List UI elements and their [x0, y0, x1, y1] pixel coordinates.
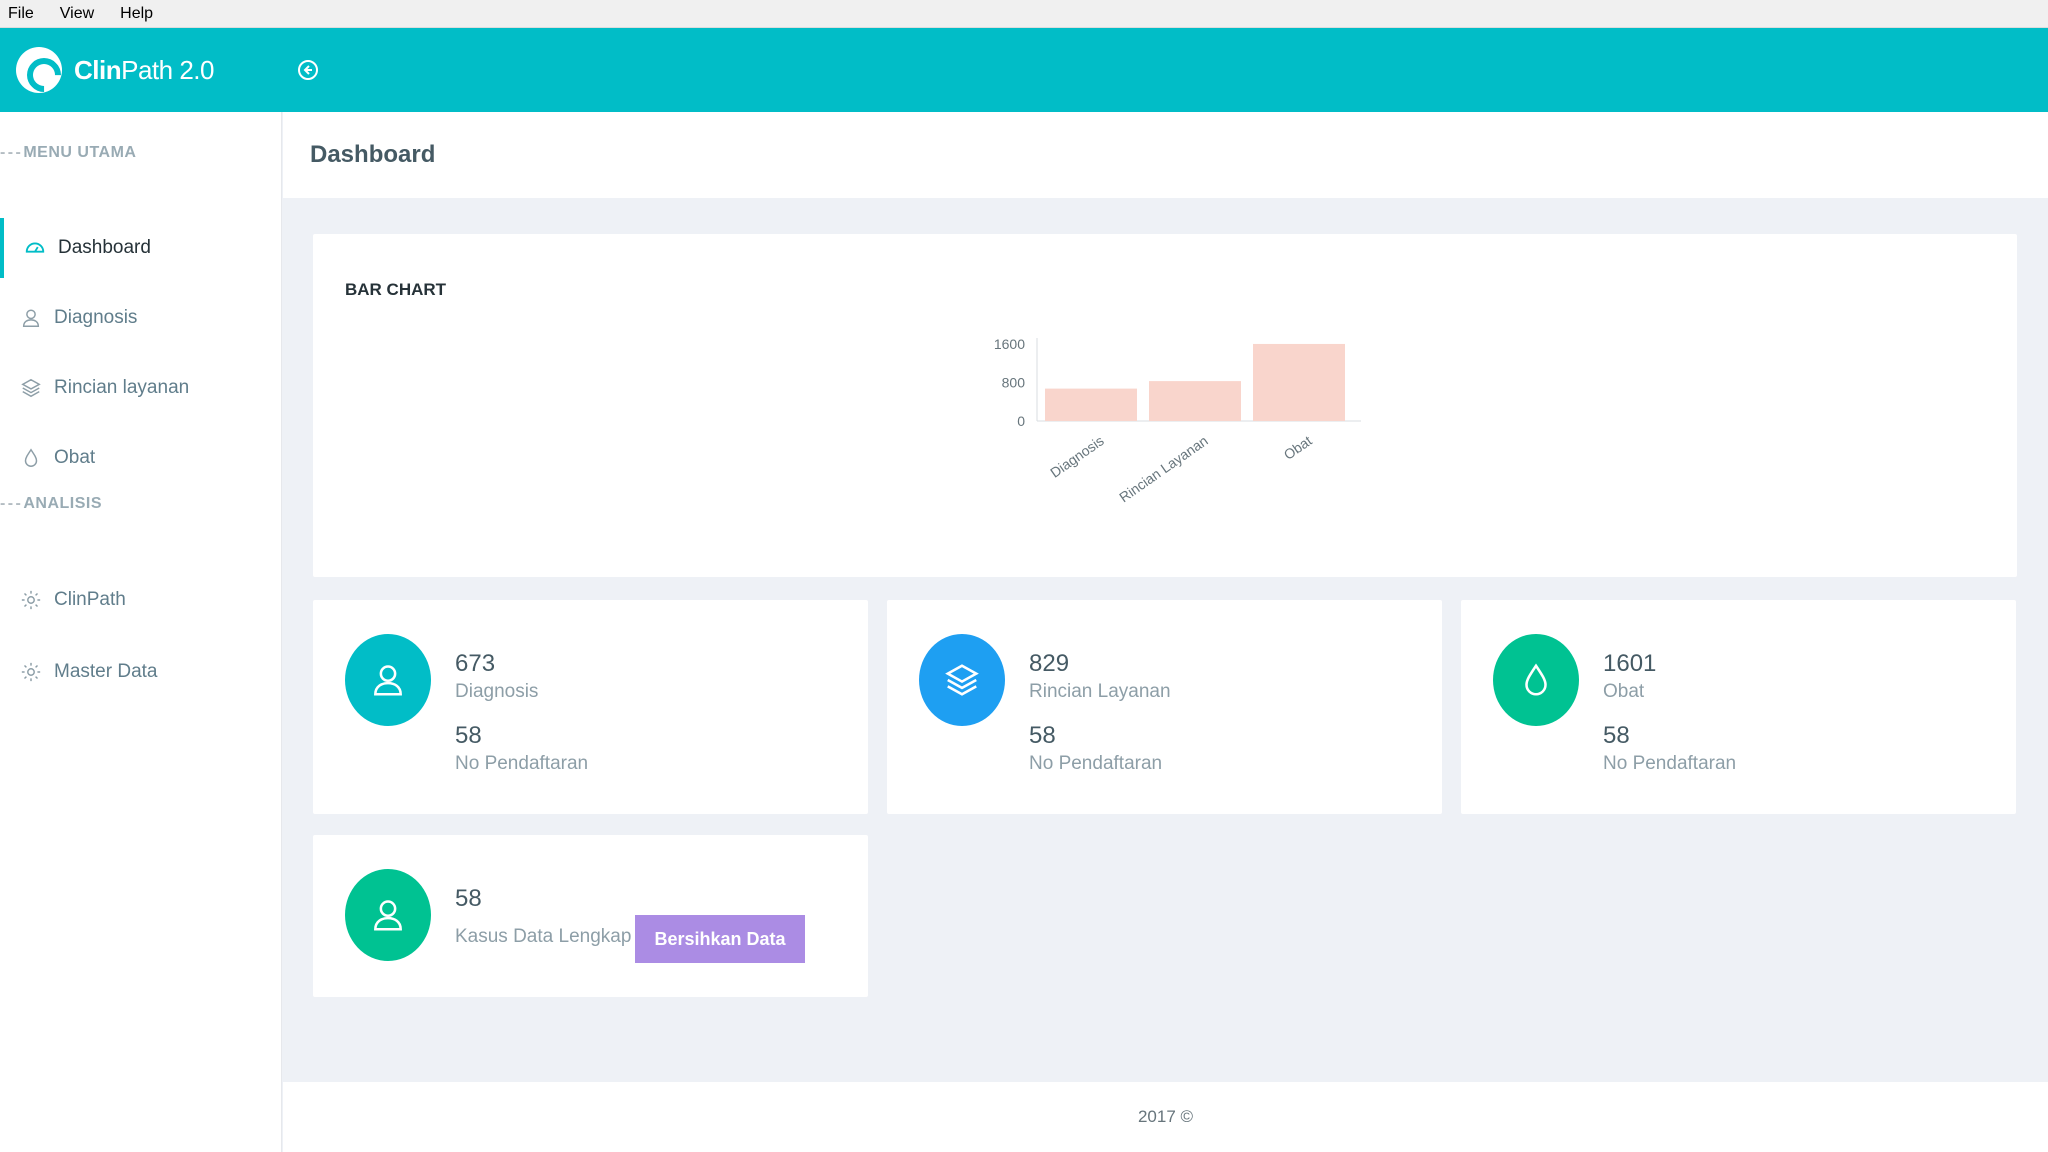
sidebar-item-master-data[interactable]: Master Data [0, 642, 282, 702]
x-tick-label: Diagnosis [1047, 432, 1107, 480]
stat-card-obat: 1601 Obat 58 No Pendaftaran [1461, 600, 2016, 814]
gauge-icon [25, 242, 45, 253]
brand[interactable]: ClinPath 2.0 [0, 47, 280, 93]
user-icon [22, 309, 40, 327]
bar-obat [1253, 343, 1345, 421]
stat-label: Obat [1603, 681, 1645, 702]
footer-copyright: 2017 © [1137, 1107, 1194, 1126]
logo-icon [16, 47, 62, 93]
top-header: ClinPath 2.0 [0, 28, 2048, 112]
section-menu-utama: MENU UTAMA [0, 144, 136, 162]
kasus-label: Kasus Data Lengkap [455, 926, 632, 947]
window-menubar: File View Help [0, 0, 2048, 28]
footer: 2017 © [283, 1082, 2048, 1152]
user-icon [374, 665, 402, 696]
stat-sub-count: 58 [1029, 722, 1056, 749]
stat-card-diagnosis: 673 Diagnosis 58 No Pendaftaran [313, 600, 868, 814]
menu-help[interactable]: Help [118, 3, 155, 25]
stat-icon-rincian-layanan [919, 634, 1005, 726]
stat-icon-diagnosis [345, 634, 431, 726]
menu-view[interactable]: View [58, 3, 96, 25]
stat-count: 829 [1029, 650, 1070, 677]
sidebar-item-label: Obat [54, 447, 96, 468]
sidebar-item-dashboard[interactable]: Dashboard [0, 218, 282, 278]
clear-data-button[interactable]: Bersihkan Data [635, 915, 805, 963]
page-title: Dashboard [310, 141, 436, 168]
sidebar-item-obat[interactable]: Obat [0, 428, 282, 488]
bar-chart: 1600 800 0 Diagnosis Rincian Layanan Obat [994, 336, 1361, 505]
sidebar-item-label: Rincian layanan [54, 377, 190, 398]
x-tick-label: Obat [1281, 432, 1315, 463]
y-tick-label: 0 [1017, 413, 1025, 429]
stat-count: 1601 [1603, 650, 1657, 677]
kasus-count: 58 [455, 885, 482, 912]
stat-sub-count: 58 [1603, 722, 1630, 749]
sidebar-item-label: Dashboard [58, 237, 151, 258]
y-tick-label: 1600 [994, 336, 1025, 352]
stat-sub-label: No Pendaftaran [1603, 753, 1737, 774]
bar-rincian-layanan [1149, 381, 1241, 421]
bar-diagnosis [1045, 388, 1137, 421]
user-icon [374, 900, 402, 931]
sidebar-item-diagnosis[interactable]: Diagnosis [0, 288, 282, 348]
sidebar-item-rincian-layanan[interactable]: Rincian layanan [0, 358, 282, 418]
droplet-icon [1525, 663, 1547, 696]
layers-icon [945, 664, 979, 696]
bar-chart-card: BAR CHART 1600 800 0 Diagnosis Rincian Layan… [313, 234, 2017, 577]
menu-file[interactable]: File [6, 3, 36, 25]
stat-sub-label: No Pendaftaran [455, 753, 589, 774]
sidebar-item-clinpath[interactable]: ClinPath [0, 570, 282, 630]
stat-icon-obat [1493, 634, 1579, 726]
section-analisis: ANALISIS [0, 495, 102, 513]
gear-icon [21, 590, 41, 610]
gear-icon [21, 662, 41, 682]
sidebar-item-label: Master Data [54, 661, 158, 682]
stat-card-rincian-layanan: 829 Rincian Layanan 58 No Pendaftaran [887, 600, 1442, 814]
stat-label: Diagnosis [455, 681, 539, 702]
kasus-data-card: 58 Kasus Data Lengkap Bersihkan Data [313, 835, 868, 997]
stat-sub-count: 58 [455, 722, 482, 749]
y-tick-label: 800 [1002, 375, 1026, 391]
x-tick-label: Rincian Layanan [1116, 432, 1211, 505]
sidebar-item-label: ClinPath [54, 589, 126, 610]
stat-label: Rincian Layanan [1029, 681, 1171, 702]
stat-sub-label: No Pendaftaran [1029, 753, 1163, 774]
layers-icon [21, 378, 41, 398]
sidebar: MENU UTAMA Dashboard Diagnosis Rincian l… [0, 112, 282, 1152]
sidebar-toggle-icon[interactable] [296, 58, 320, 82]
sidebar-item-label: Diagnosis [54, 307, 138, 328]
brand-name: ClinPath 2.0 [74, 54, 214, 85]
page-header: Dashboard [283, 112, 2048, 198]
stat-count: 673 [455, 650, 496, 677]
stat-icon-kasus [345, 869, 431, 961]
droplet-icon [24, 448, 38, 467]
